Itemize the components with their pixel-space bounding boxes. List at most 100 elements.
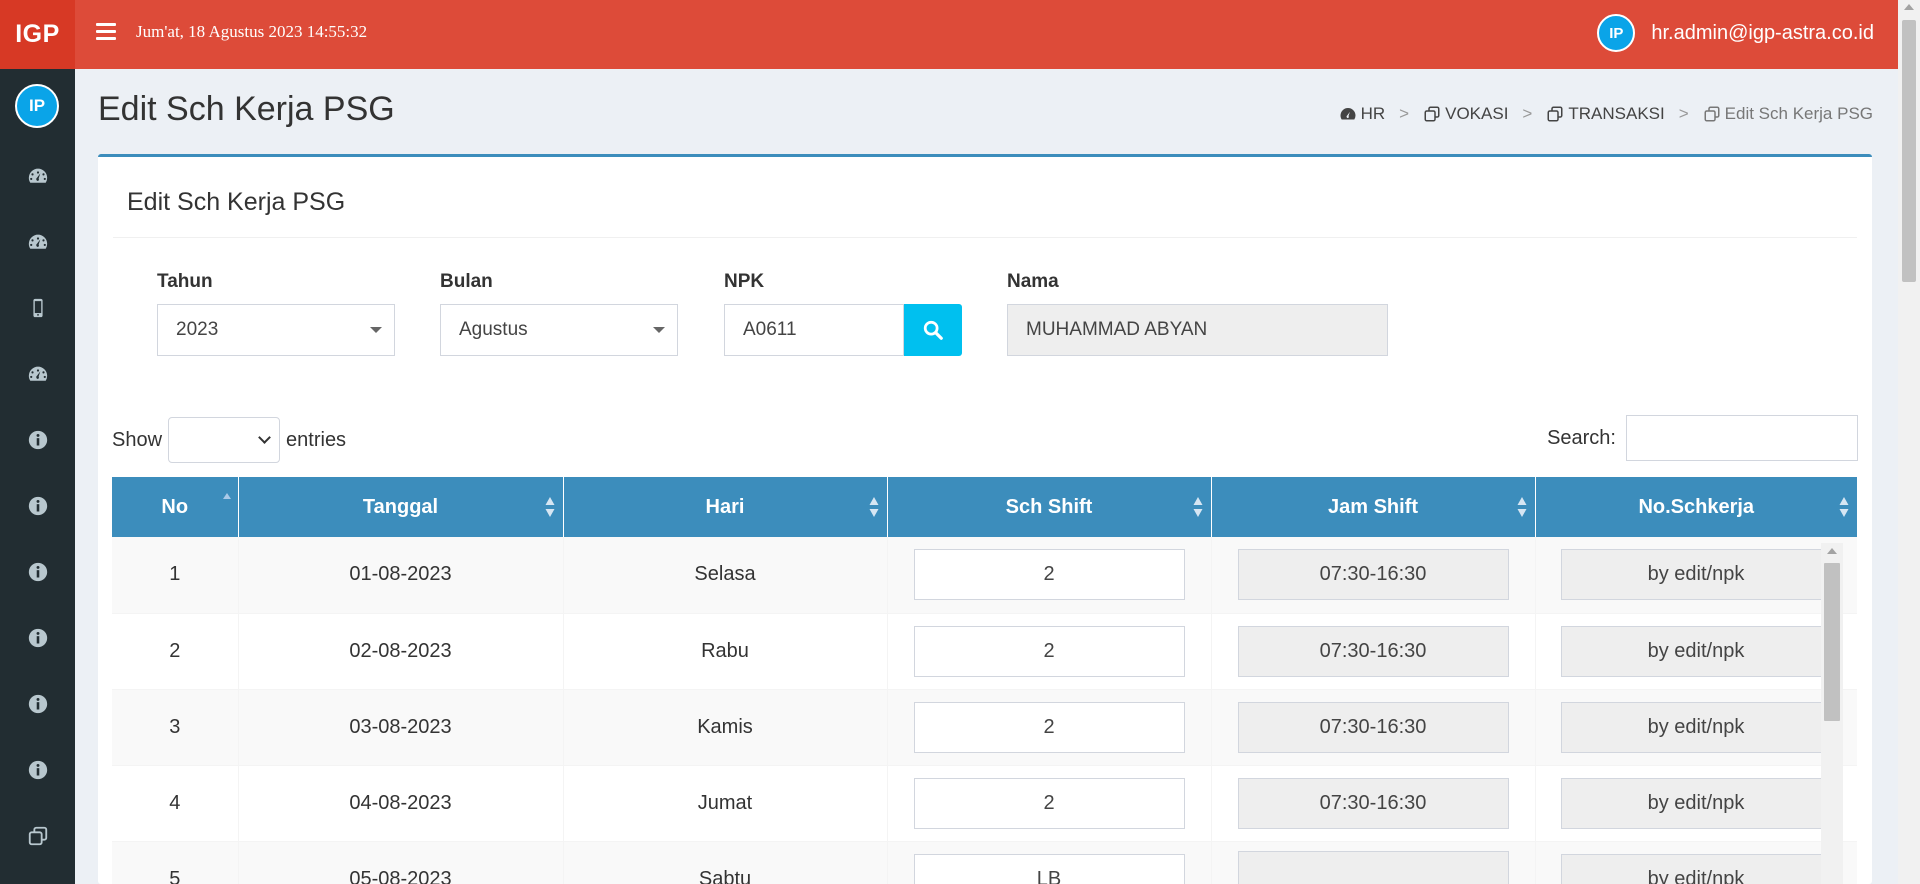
nama-value: MUHAMMAD ABYAN — [1026, 319, 1208, 340]
copy-icon — [28, 826, 47, 846]
table-scrollbar[interactable] — [1821, 543, 1843, 884]
sort-icon — [545, 497, 554, 517]
column-header-jam-shift[interactable]: Jam Shift — [1211, 477, 1536, 537]
no-schkerja-field: by edit/npk — [1560, 701, 1832, 753]
sidebar-item-info-3[interactable] — [0, 552, 75, 592]
entries-select[interactable] — [168, 417, 281, 463]
jam-shift-field: 07:30-16:30 — [1237, 549, 1509, 601]
breadcrumb-hr[interactable]: HR — [1339, 104, 1386, 124]
page-scrollbar-thumb[interactable] — [1902, 20, 1916, 282]
scroll-up-icon[interactable] — [1827, 548, 1837, 554]
column-header-no-schkerja[interactable]: No.Schkerja — [1535, 477, 1857, 537]
scroll-up-icon[interactable] — [1904, 4, 1914, 10]
top-navbar: IGP Jum'at, 18 Agustus 2023 14:55:32 IP … — [0, 0, 1898, 69]
caret-down-icon — [653, 327, 665, 333]
cell-sch-shift: 2 — [887, 613, 1212, 690]
sidebar-item-dashboard-2[interactable] — [0, 222, 75, 262]
column-label: No.Schkerja — [1638, 495, 1755, 518]
info-icon — [28, 496, 47, 516]
dashboard-icon — [1340, 108, 1356, 120]
breadcrumb-label: TRANSAKSI — [1568, 104, 1665, 123]
info-icon — [28, 694, 47, 714]
user-menu[interactable]: IP hr.admin@igp-astra.co.id — [1597, 14, 1874, 52]
cell-no: 1 — [112, 537, 239, 614]
sidebar-toggle-icon[interactable] — [96, 23, 116, 41]
jam-shift-field: 07:30-16:30 — [1237, 625, 1509, 677]
table-row: 4 04-08-2023 Jumat 2 07:30-16:30 by edit… — [112, 765, 1857, 842]
table-row: 1 01-08-2023 Selasa 2 07:30-16:30 by edi… — [112, 537, 1857, 614]
copy-icon — [1424, 106, 1440, 122]
dashboard-icon — [28, 366, 47, 381]
sch-shift-input[interactable]: 2 — [913, 777, 1185, 829]
box-divider — [113, 237, 1857, 238]
copy-icon — [1547, 106, 1563, 122]
bulan-select[interactable]: Agustus — [440, 304, 678, 356]
user-email: hr.admin@igp-astra.co.id — [1651, 21, 1874, 44]
cell-no: 2 — [112, 613, 239, 690]
page-scrollbar[interactable] — [1898, 0, 1920, 884]
app-logo[interactable]: IGP — [0, 0, 75, 69]
sidebar-item-info-2[interactable] — [0, 486, 75, 526]
sidebar-item-dashboard-3[interactable] — [0, 354, 75, 394]
sidebar-item-copy[interactable] — [0, 816, 75, 856]
cell-no-schkerja: by edit/npk — [1535, 765, 1857, 842]
column-header-tanggal[interactable]: Tanggal — [238, 477, 564, 537]
tahun-select[interactable]: 2023 — [157, 304, 395, 356]
cell-tanggal: 04-08-2023 — [238, 765, 564, 842]
cell-hari: Selasa — [563, 537, 888, 614]
breadcrumb-label: Edit Sch Kerja PSG — [1724, 104, 1873, 123]
cell-no: 4 — [112, 765, 239, 842]
search-label: Search: — [1547, 426, 1616, 449]
cell-jam-shift: 07:30-16:30 — [1211, 537, 1536, 614]
sch-shift-input[interactable]: 2 — [913, 701, 1185, 753]
column-label: Jam Shift — [1327, 495, 1419, 518]
breadcrumb-separator: > — [1678, 104, 1689, 123]
breadcrumb-vokasi[interactable]: VOKASI — [1423, 104, 1508, 124]
cell-tanggal: 01-08-2023 — [238, 537, 564, 614]
column-label: No — [161, 495, 189, 518]
breadcrumb-transaksi[interactable]: TRANSAKSI — [1546, 104, 1665, 124]
jam-shift-field — [1237, 850, 1509, 884]
breadcrumb-separator: > — [1399, 104, 1410, 123]
info-icon — [28, 562, 47, 582]
column-header-sch-shift[interactable]: Sch Shift — [887, 477, 1212, 537]
search-icon — [923, 320, 943, 340]
column-header-no[interactable]: No — [112, 477, 239, 537]
sch-shift-input[interactable]: 2 — [913, 625, 1185, 677]
jam-shift-field: 07:30-16:30 — [1237, 701, 1509, 753]
user-avatar: IP — [1597, 14, 1636, 52]
sort-icon — [1839, 497, 1849, 517]
sidebar-item-info-6[interactable] — [0, 750, 75, 790]
sch-shift-input[interactable]: LB — [913, 853, 1185, 884]
cell-no-schkerja: by edit/npk — [1535, 841, 1857, 884]
sidebar-item-info-4[interactable] — [0, 618, 75, 658]
cell-sch-shift: LB — [887, 841, 1212, 884]
sch-shift-input[interactable]: 2 — [913, 549, 1185, 601]
sidebar-item-info-1[interactable] — [0, 420, 75, 460]
cell-no: 5 — [112, 841, 239, 884]
sidebar-item-info-5[interactable] — [0, 684, 75, 724]
entries-label: entries — [286, 428, 347, 451]
npk-input[interactable]: A0611 — [724, 304, 904, 356]
bulan-label: Bulan — [440, 271, 493, 292]
cell-hari: Kamis — [563, 689, 888, 766]
search-input[interactable] — [1626, 415, 1858, 461]
sort-icon — [869, 497, 878, 517]
npk-search-button[interactable] — [904, 304, 962, 356]
breadcrumb-label: HR — [1360, 104, 1386, 123]
bulan-value: Agustus — [459, 319, 528, 340]
cell-no-schkerja: by edit/npk — [1535, 689, 1857, 766]
page-title: Edit Sch Kerja PSG — [98, 90, 395, 128]
sidebar-item-dashboard-1[interactable] — [0, 156, 75, 196]
sidebar-avatar: IP — [15, 84, 59, 128]
table-header-row: No Tanggal Hari Sch Shift Jam Shift No.S… — [112, 477, 1857, 537]
no-schkerja-field: by edit/npk — [1560, 625, 1832, 677]
table-scrollbar-thumb[interactable] — [1824, 563, 1840, 721]
table-search: Search: — [1547, 415, 1858, 461]
cell-sch-shift: 2 — [887, 537, 1212, 614]
cell-jam-shift: 07:30-16:30 — [1211, 689, 1536, 766]
sidebar-item-mobile[interactable] — [0, 288, 75, 328]
edit-form-box: Edit Sch Kerja PSG Tahun 2023 Bulan Agus… — [98, 154, 1872, 884]
column-header-hari[interactable]: Hari — [563, 477, 888, 537]
breadcrumb: HR > VOKASI > TRANSAKSI > Edit Sch Kerja… — [1339, 104, 1873, 124]
